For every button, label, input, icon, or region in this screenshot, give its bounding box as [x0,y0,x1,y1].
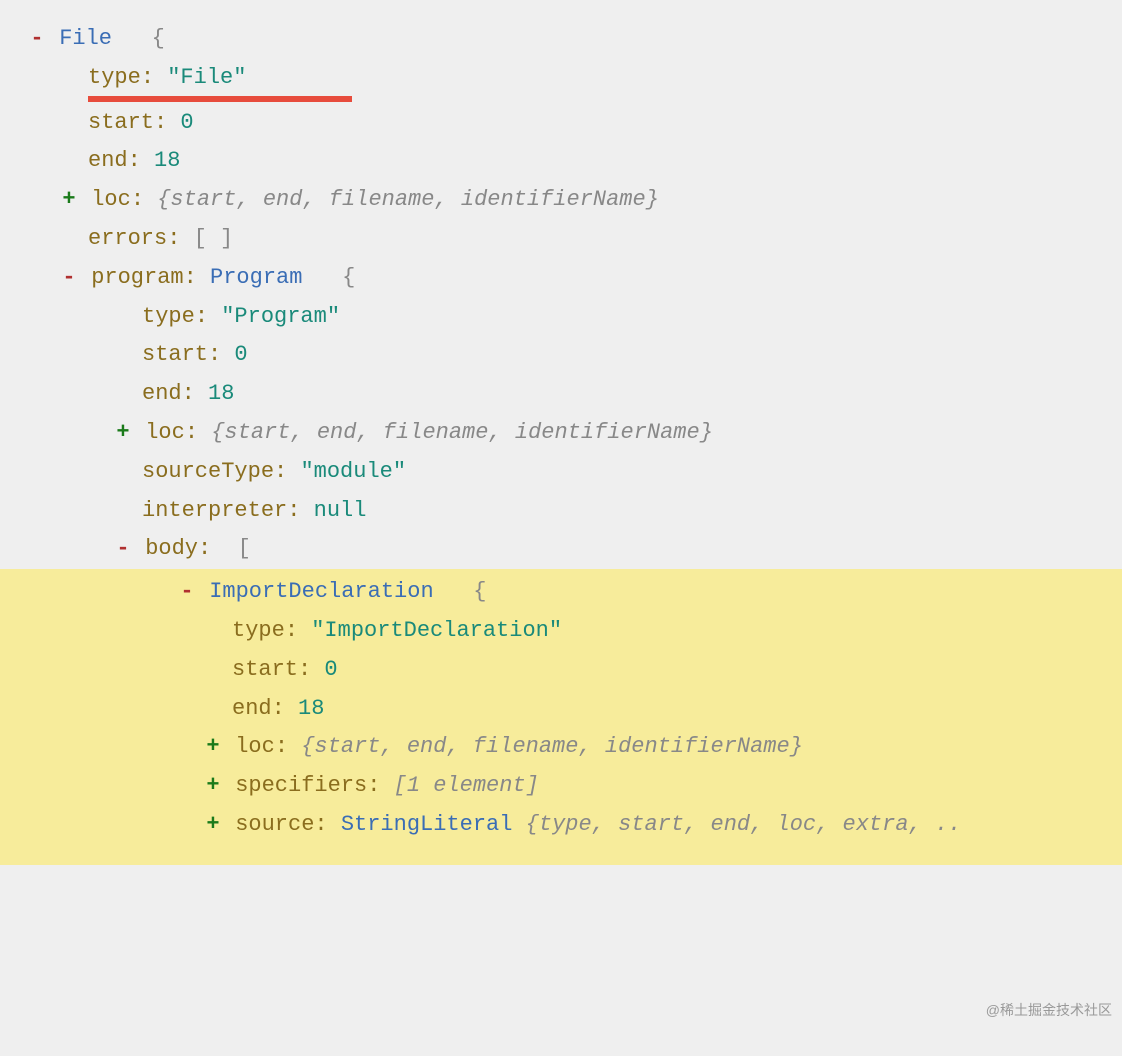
collapse-icon[interactable]: - [28,24,46,55]
prop-key: specifiers [235,773,367,798]
open-brace: { [152,26,165,51]
prop-value: 18 [208,381,234,406]
node-typename: Program [210,265,302,290]
prop-key: type [142,304,195,329]
prop-value: null [314,498,367,523]
prop-import-end[interactable]: end: 18 [0,690,1122,729]
prop-key: type [88,65,141,90]
expand-icon[interactable]: + [204,771,222,802]
node-file[interactable]: - File { [0,20,1122,59]
prop-key: body [145,536,198,561]
prop-key: program [91,265,183,290]
prop-value: 0 [234,342,247,367]
prop-value: "ImportDeclaration" [311,618,562,643]
expand-icon[interactable]: + [60,185,78,216]
prop-key: loc [91,187,131,212]
prop-key: start [232,657,298,682]
prop-program[interactable]: - program: Program { [0,259,1122,298]
collapse-icon[interactable]: - [60,263,78,294]
prop-key: type [232,618,285,643]
prop-source[interactable]: + source: StringLiteral {type, start, en… [0,806,1122,845]
prop-key: loc [145,420,185,445]
prop-loc[interactable]: + loc: {start, end, filename, identifier… [0,181,1122,220]
prop-summary: {type, start, end, loc, extra, .. [526,812,962,837]
expand-icon[interactable]: + [114,418,132,449]
prop-type[interactable]: type: "File" [0,59,1122,104]
prop-summary: [1 element] [394,773,539,798]
node-typename: File [59,26,112,51]
prop-key: start [88,110,154,135]
prop-value: "module" [300,459,406,484]
prop-import-start[interactable]: start: 0 [0,651,1122,690]
highlighted-node: - ImportDeclaration { type: "ImportDecla… [0,569,1122,865]
prop-value: "Program" [221,304,340,329]
open-bracket: [ [238,536,251,561]
prop-key: loc [235,734,275,759]
ast-viewer: - File { type: "File" start: 0 end: 18 +… [0,0,1122,865]
prop-program-end[interactable]: end: 18 [0,375,1122,414]
prop-key: source [235,812,314,837]
prop-sourcetype[interactable]: sourceType: "module" [0,453,1122,492]
prop-key: sourceType [142,459,274,484]
prop-errors[interactable]: errors: [ ] [0,220,1122,259]
prop-import-type[interactable]: type: "ImportDeclaration" [0,612,1122,651]
prop-interpreter[interactable]: interpreter: null [0,492,1122,531]
prop-program-start[interactable]: start: 0 [0,336,1122,375]
prop-value: 0 [180,110,193,135]
prop-key: start [142,342,208,367]
prop-value: 18 [298,696,324,721]
prop-value: 18 [154,148,180,173]
node-typename: ImportDeclaration [209,579,433,604]
prop-program-type[interactable]: type: "Program" [0,298,1122,337]
expand-icon[interactable]: + [204,732,222,763]
prop-program-loc[interactable]: + loc: {start, end, filename, identifier… [0,414,1122,453]
open-brace: { [342,265,355,290]
prop-value: "File" [167,65,246,90]
prop-start[interactable]: start: 0 [0,104,1122,143]
prop-summary: {start, end, filename, identifierName} [157,187,659,212]
prop-key: end [232,696,272,721]
prop-key: end [142,381,182,406]
node-importdeclaration[interactable]: - ImportDeclaration { [0,573,1122,612]
prop-end[interactable]: end: 18 [0,142,1122,181]
collapse-icon[interactable]: - [114,534,132,565]
prop-value: [ ] [194,226,234,251]
prop-value: 0 [324,657,337,682]
watermark: @稀土掘金技术社区 [986,1001,1112,1021]
prop-specifiers[interactable]: + specifiers: [1 element] [0,767,1122,806]
open-brace: { [473,579,486,604]
prop-key: interpreter [142,498,287,523]
node-typename: StringLiteral [341,812,513,837]
prop-key: errors [88,226,167,251]
collapse-icon[interactable]: - [178,577,196,608]
expand-icon[interactable]: + [204,810,222,841]
prop-import-loc[interactable]: + loc: {start, end, filename, identifier… [0,728,1122,767]
prop-body[interactable]: - body: [ [0,530,1122,569]
prop-summary: {start, end, filename, identifierName} [301,734,803,759]
prop-summary: {start, end, filename, identifierName} [211,420,713,445]
prop-key: end [88,148,128,173]
